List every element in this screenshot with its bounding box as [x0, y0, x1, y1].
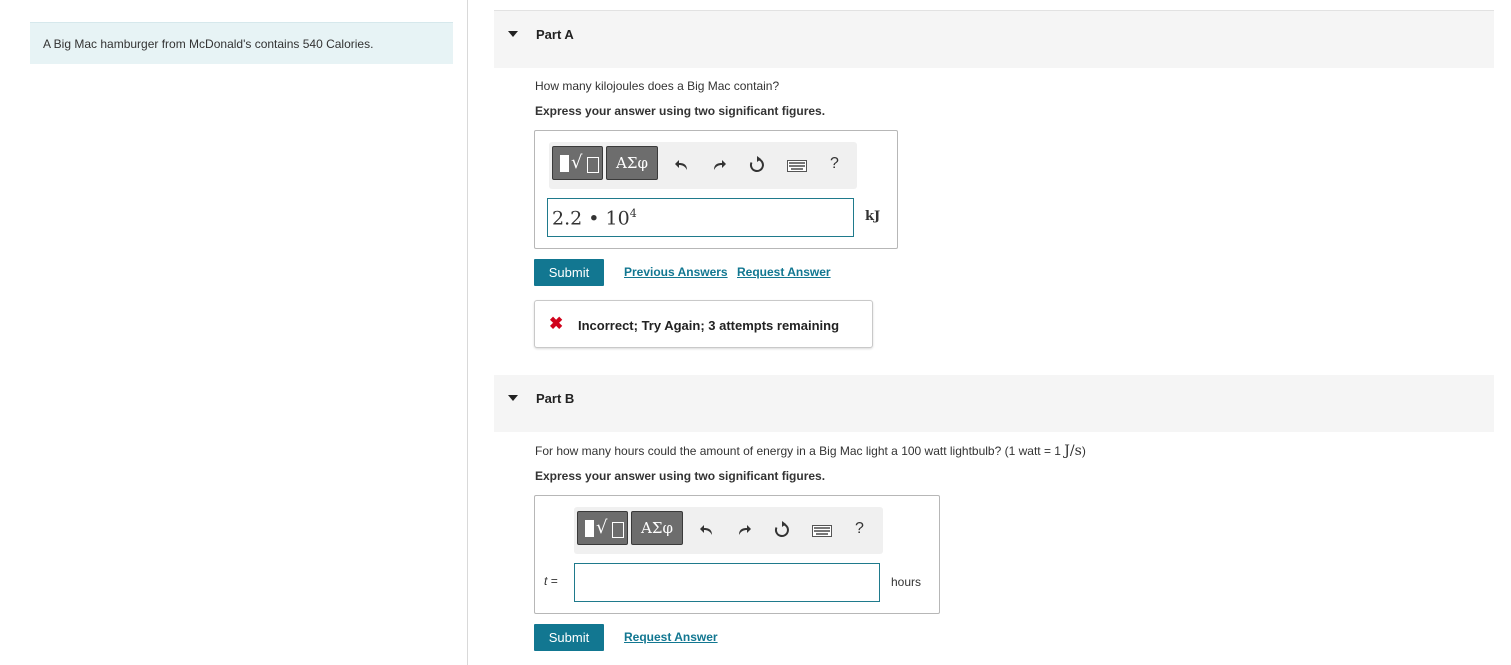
part-a-question: How many kilojoules does a Big Mac conta…: [535, 79, 780, 93]
part-a-answer-box: √ ΑΣφ ? 2.2 • 104 kJ: [534, 130, 898, 249]
template-box-glyph: [612, 522, 624, 538]
part-b-answer-input[interactable]: [574, 563, 880, 602]
answer-base: 10: [605, 207, 630, 230]
keyboard-icon[interactable]: [812, 525, 832, 537]
math-toolbar: √ ΑΣφ ?: [574, 507, 883, 554]
incorrect-x-icon: ✖: [549, 314, 564, 333]
panel-divider: [467, 0, 468, 665]
caret-down-icon[interactable]: [508, 31, 518, 37]
feedback-message: ✖ Incorrect; Try Again; 3 attempts remai…: [534, 300, 873, 348]
template-icon: [560, 155, 569, 172]
part-a-answer-input[interactable]: 2.2 • 104: [547, 198, 854, 237]
redo-icon[interactable]: [736, 523, 752, 537]
reset-icon[interactable]: [773, 521, 791, 539]
template-icon: [585, 520, 594, 537]
part-b-unit: hours: [891, 575, 922, 589]
previous-answers-link[interactable]: Previous Answers: [624, 265, 728, 279]
part-b-instruction: Express your answer using two significan…: [535, 469, 826, 483]
caret-down-icon[interactable]: [508, 395, 518, 401]
template-box-glyph: [587, 157, 599, 173]
redo-icon[interactable]: [711, 158, 727, 172]
part-a-header[interactable]: [494, 11, 1494, 68]
part-b-title: Part B: [536, 391, 575, 406]
part-b-question-unit: J/s: [1064, 443, 1082, 459]
help-icon[interactable]: ?: [855, 520, 864, 538]
part-b-question-suffix: ): [1081, 444, 1086, 458]
answer-multiply-dot: •: [588, 207, 600, 230]
intro-text: A Big Mac hamburger from McDonald's cont…: [43, 37, 374, 51]
part-a-instruction: Express your answer using two significan…: [535, 104, 826, 118]
template-button[interactable]: √: [552, 146, 603, 180]
problem-intro: A Big Mac hamburger from McDonald's cont…: [30, 22, 453, 64]
template-radical-label: √: [596, 517, 608, 538]
part-b-header[interactable]: [494, 375, 1494, 432]
greek-symbols-icon: ΑΣφ: [641, 519, 673, 537]
part-b-answer-box: √ ΑΣφ ? t = hours: [534, 495, 940, 614]
answer-mantissa: 2.2: [552, 207, 583, 230]
greek-symbols-button[interactable]: ΑΣφ: [631, 511, 683, 545]
greek-symbols-icon: ΑΣφ: [616, 154, 648, 172]
help-icon[interactable]: ?: [830, 155, 839, 173]
reset-icon[interactable]: [748, 156, 766, 174]
greek-symbols-button[interactable]: ΑΣφ: [606, 146, 658, 180]
part-b-request-answer-link[interactable]: Request Answer: [624, 630, 718, 644]
part-a-submit-button[interactable]: Submit: [534, 259, 604, 286]
variable-label: t =: [544, 574, 558, 588]
part-b-submit-button[interactable]: Submit: [534, 624, 604, 651]
part-b-question: For how many hours could the amount of e…: [535, 443, 1086, 459]
undo-icon[interactable]: [674, 158, 690, 172]
part-a-unit: kJ: [865, 209, 881, 224]
template-radical-label: √: [571, 152, 583, 173]
feedback-text: Incorrect; Try Again; 3 attempts remaini…: [578, 318, 840, 333]
template-button[interactable]: √: [577, 511, 628, 545]
answer-exponent: 4: [629, 207, 637, 220]
math-toolbar: √ ΑΣφ ?: [549, 142, 857, 189]
part-a-request-answer-link[interactable]: Request Answer: [737, 265, 831, 279]
keyboard-icon[interactable]: [787, 160, 807, 172]
part-a-title: Part A: [536, 27, 574, 42]
part-b-question-text: For how many hours could the amount of e…: [535, 444, 1065, 458]
undo-icon[interactable]: [699, 523, 715, 537]
